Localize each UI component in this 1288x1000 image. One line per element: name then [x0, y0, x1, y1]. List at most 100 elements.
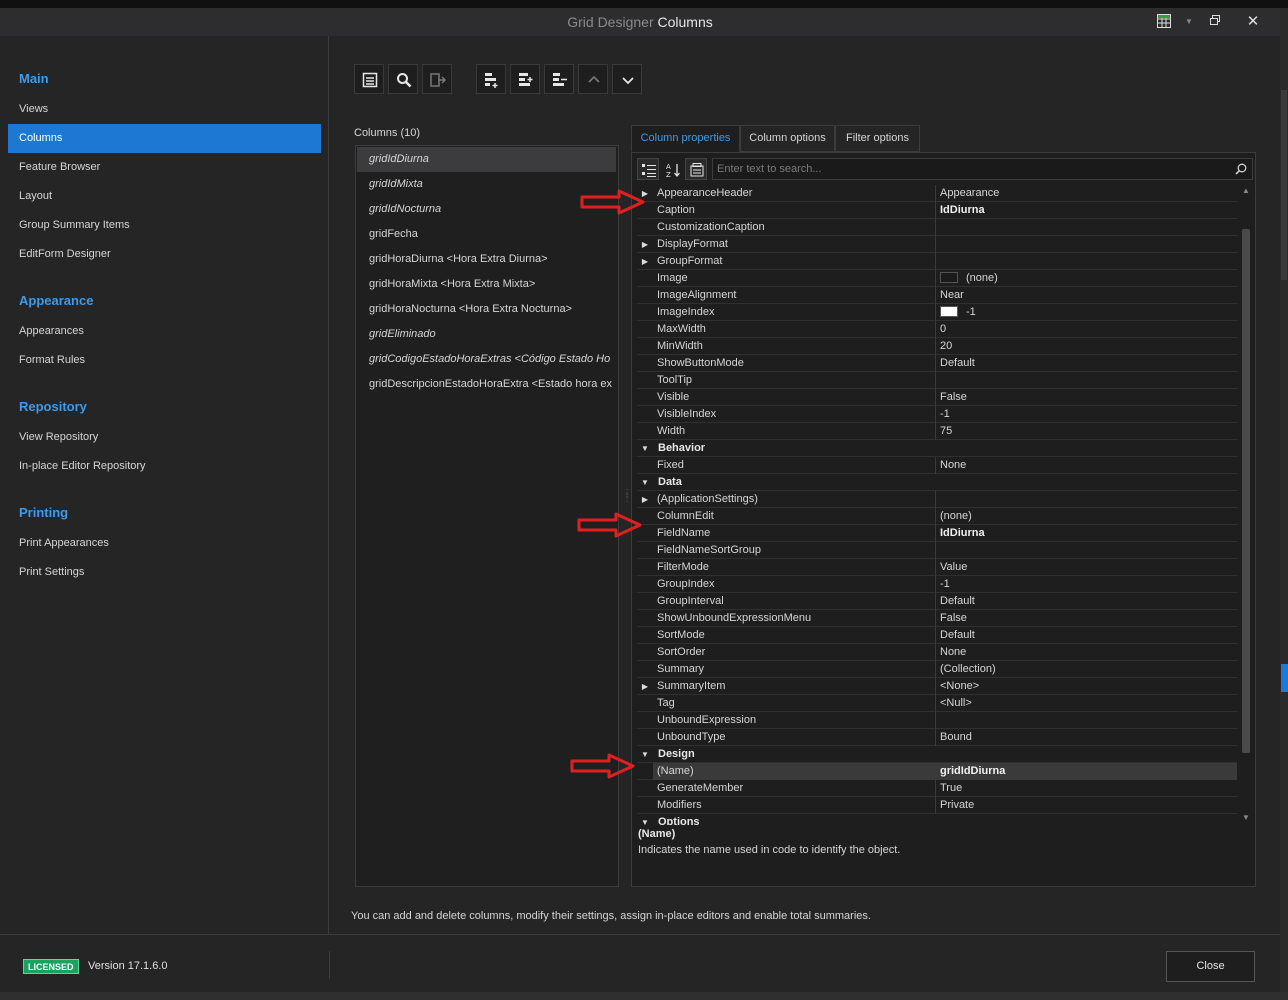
- property-pages-button[interactable]: [685, 158, 707, 180]
- expand-icon[interactable]: ▶: [637, 491, 653, 508]
- insert-column-button[interactable]: [510, 64, 540, 94]
- list-item[interactable]: gridCodigoEstadoHoraExtras <Código Estad…: [357, 347, 616, 372]
- property-row[interactable]: Modifiers Private: [637, 797, 1237, 814]
- property-value[interactable]: (Collection): [935, 661, 1237, 678]
- property-row[interactable]: FilterMode Value: [637, 559, 1237, 576]
- property-row[interactable]: Image (none): [637, 270, 1237, 287]
- property-value[interactable]: IdDiurna: [935, 525, 1237, 542]
- property-row[interactable]: ▶ SummaryItem <None>: [637, 678, 1237, 695]
- property-value[interactable]: 20: [935, 338, 1237, 355]
- property-value[interactable]: [935, 236, 1237, 253]
- property-value[interactable]: Default: [935, 593, 1237, 610]
- tab-column-properties[interactable]: Column properties: [631, 125, 740, 152]
- property-value[interactable]: 0: [935, 321, 1237, 338]
- property-value[interactable]: Value: [935, 559, 1237, 576]
- property-value[interactable]: <Null>: [935, 695, 1237, 712]
- move-up-button[interactable]: [578, 64, 608, 94]
- property-row[interactable]: FieldNameSortGroup: [637, 542, 1237, 559]
- find-column-button[interactable]: [388, 64, 418, 94]
- move-down-button[interactable]: [612, 64, 642, 94]
- list-item[interactable]: gridIdDiurna: [357, 147, 616, 172]
- property-row[interactable]: Visible False: [637, 389, 1237, 406]
- property-row[interactable]: GenerateMember True: [637, 780, 1237, 797]
- list-item[interactable]: gridDescripcionEstadoHoraExtra <Estado h…: [357, 372, 616, 397]
- property-value[interactable]: True: [935, 780, 1237, 797]
- property-value[interactable]: 75: [935, 423, 1237, 440]
- property-row[interactable]: Tag <Null>: [637, 695, 1237, 712]
- nav-item-view-repository[interactable]: View Repository: [8, 423, 321, 452]
- nav-item-editform-designer[interactable]: EditForm Designer: [8, 240, 321, 269]
- collapse-icon[interactable]: ▼: [637, 746, 653, 763]
- layout-grid-icon[interactable]: [1157, 14, 1175, 30]
- property-value[interactable]: -1: [935, 304, 1237, 321]
- property-row[interactable]: Fixed None: [637, 457, 1237, 474]
- categorized-view-button[interactable]: [637, 158, 659, 180]
- collapse-icon[interactable]: ▼: [637, 440, 653, 457]
- property-value[interactable]: Near: [935, 287, 1237, 304]
- nav-item-print-appearances[interactable]: Print Appearances: [8, 529, 321, 558]
- property-value[interactable]: (none): [935, 508, 1237, 525]
- list-item[interactable]: gridHoraDiurna <Hora Extra Diurna>: [357, 247, 616, 272]
- property-row[interactable]: FieldName IdDiurna: [637, 525, 1237, 542]
- property-row[interactable]: Caption IdDiurna: [637, 202, 1237, 219]
- retrieve-fields-button[interactable]: [422, 64, 452, 94]
- property-value[interactable]: [935, 372, 1237, 389]
- list-item[interactable]: gridHoraMixta <Hora Extra Mixta>: [357, 272, 616, 297]
- property-row[interactable]: MaxWidth 0: [637, 321, 1237, 338]
- alphabetical-view-button[interactable]: A Z: [661, 158, 683, 180]
- property-row[interactable]: Summary (Collection): [637, 661, 1237, 678]
- property-row[interactable]: ShowUnboundExpressionMenu False: [637, 610, 1237, 627]
- close-button[interactable]: Close: [1166, 951, 1255, 982]
- list-item[interactable]: gridIdMixta: [357, 172, 616, 197]
- property-row[interactable]: ▶ AppearanceHeader Appearance: [637, 185, 1237, 202]
- property-row[interactable]: ToolTip: [637, 372, 1237, 389]
- property-category-row[interactable]: ▼ Data: [637, 474, 1237, 491]
- property-row[interactable]: GroupIndex -1: [637, 576, 1237, 593]
- expand-icon[interactable]: ▶: [637, 253, 653, 270]
- list-item[interactable]: gridFecha: [357, 222, 616, 247]
- property-value[interactable]: IdDiurna: [935, 202, 1237, 219]
- nav-item-feature-browser[interactable]: Feature Browser: [8, 153, 321, 182]
- property-row[interactable]: SortMode Default: [637, 627, 1237, 644]
- property-value[interactable]: (none): [935, 270, 1237, 287]
- property-value[interactable]: Default: [935, 355, 1237, 372]
- property-grid[interactable]: ▶ AppearanceHeader Appearance Caption IdDiur…: [637, 185, 1237, 825]
- remove-column-button[interactable]: [544, 64, 574, 94]
- property-value[interactable]: Bound: [935, 729, 1237, 746]
- property-grid-scrollbar[interactable]: ▲ ▼: [1239, 185, 1253, 825]
- property-value[interactable]: False: [935, 389, 1237, 406]
- scroll-up-icon[interactable]: ▲: [1241, 186, 1251, 196]
- property-category-row[interactable]: ▼ Options: [637, 814, 1237, 825]
- grid-view-button[interactable]: [354, 64, 384, 94]
- list-item[interactable]: gridEliminado: [357, 322, 616, 347]
- splitter-handle[interactable]: ⋮ ⋮: [622, 489, 632, 511]
- tab-filter-options[interactable]: Filter options: [835, 125, 920, 152]
- restore-window-icon[interactable]: [1206, 14, 1224, 30]
- nav-item-columns[interactable]: Columns: [8, 124, 321, 153]
- scroll-thumb[interactable]: [1242, 229, 1250, 753]
- nav-item-layout[interactable]: Layout: [8, 182, 321, 211]
- property-row[interactable]: Width 75: [637, 423, 1237, 440]
- property-value[interactable]: None: [935, 457, 1237, 474]
- property-value[interactable]: -1: [935, 576, 1237, 593]
- property-value[interactable]: None: [935, 644, 1237, 661]
- add-column-button[interactable]: [476, 64, 506, 94]
- nav-item-views[interactable]: Views: [8, 95, 321, 124]
- property-value[interactable]: -1: [935, 406, 1237, 423]
- close-window-icon[interactable]: ✕: [1244, 14, 1262, 30]
- property-row[interactable]: ColumnEdit (none): [637, 508, 1237, 525]
- nav-item-group-summary-items[interactable]: Group Summary Items: [8, 211, 321, 240]
- property-category-row[interactable]: ▼ Behavior: [637, 440, 1237, 457]
- property-value[interactable]: False: [935, 610, 1237, 627]
- collapse-icon[interactable]: ▼: [637, 474, 653, 491]
- property-row[interactable]: ▶ (ApplicationSettings): [637, 491, 1237, 508]
- property-row[interactable]: ImageAlignment Near: [637, 287, 1237, 304]
- list-item[interactable]: gridHoraNocturna <Hora Extra Nocturna>: [357, 297, 616, 322]
- property-value[interactable]: [935, 542, 1237, 559]
- property-row[interactable]: VisibleIndex -1: [637, 406, 1237, 423]
- property-value[interactable]: Default: [935, 627, 1237, 644]
- property-row[interactable]: ShowButtonMode Default: [637, 355, 1237, 372]
- expand-icon[interactable]: ▶: [637, 678, 653, 695]
- list-item[interactable]: gridIdNocturna: [357, 197, 616, 222]
- property-value[interactable]: [935, 253, 1237, 270]
